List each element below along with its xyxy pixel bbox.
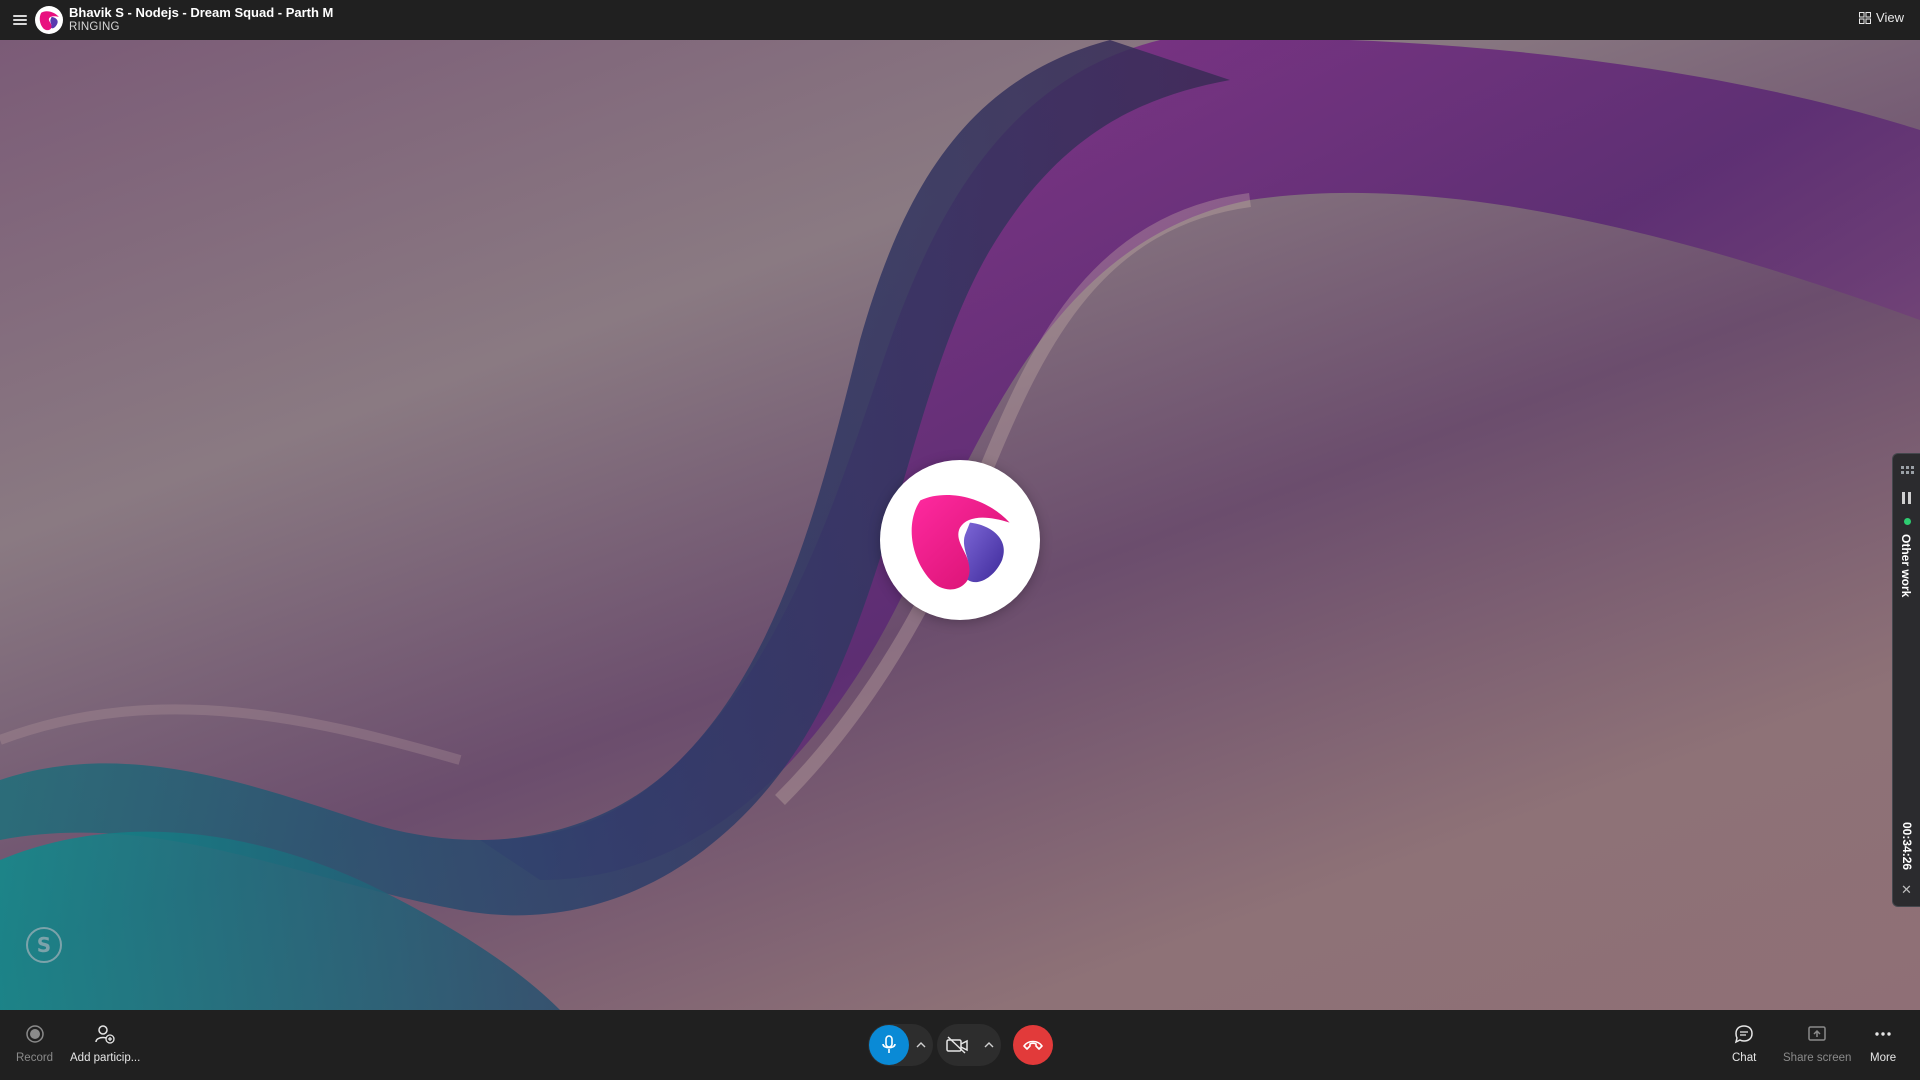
chat-button[interactable]: Chat (1732, 1024, 1756, 1064)
camera-button[interactable] (937, 1025, 977, 1065)
add-participants-label: Add particip... (70, 1052, 141, 1064)
record-label: Record (16, 1052, 54, 1064)
logo-icon (39, 11, 59, 31)
hang-up-icon (1023, 1040, 1043, 1050)
chat-bubble-icon (1735, 1025, 1753, 1044)
record-button[interactable]: Record (16, 1024, 53, 1064)
time-tracker-widget: Other work 00:34:26 ✕ (1892, 453, 1920, 907)
chevron-up-icon (916, 1042, 926, 1048)
camera-control-group (937, 1024, 1001, 1066)
add-person-icon (95, 1025, 115, 1044)
more-button[interactable]: More (1870, 1024, 1896, 1064)
tracker-timer: 00:34:26 (1900, 822, 1914, 871)
skype-watermark-icon: S (24, 925, 64, 970)
share-screen-button[interactable]: Share screen (1783, 1024, 1851, 1064)
view-label: View (1876, 10, 1904, 25)
record-icon (25, 1025, 44, 1043)
call-stage: S (0, 40, 1920, 1010)
call-avatar (35, 6, 63, 34)
call-toolbar: Record Add particip... Chat Share screen… (0, 1010, 1920, 1080)
grid-icon (1859, 11, 1872, 24)
drag-handle-icon[interactable] (1901, 466, 1915, 476)
chevron-up-icon (984, 1042, 994, 1048)
more-label: More (1870, 1052, 1897, 1064)
svg-text:S: S (37, 933, 51, 957)
call-status: RINGING (69, 21, 120, 33)
close-icon[interactable]: ✕ (1901, 882, 1912, 898)
logo-icon (911, 494, 1010, 590)
share-screen-icon (1808, 1026, 1826, 1041)
pause-icon[interactable] (1902, 492, 1912, 504)
mic-control-group (868, 1024, 933, 1066)
mic-options-button[interactable] (909, 1025, 933, 1065)
media-controls (868, 1024, 1053, 1066)
microphone-icon (882, 1035, 896, 1053)
view-button[interactable]: View (1859, 10, 1904, 25)
title-bar: Bhavik S - Nodejs - Dream Squad - Parth … (0, 0, 1920, 40)
mic-button[interactable] (869, 1025, 909, 1065)
share-screen-label: Share screen (1783, 1052, 1852, 1064)
chat-label: Chat (1732, 1052, 1757, 1064)
hamburger-icon[interactable] (13, 14, 29, 26)
camera-off-icon (946, 1036, 968, 1054)
ellipsis-icon (1875, 1032, 1891, 1036)
call-title: Bhavik S - Nodejs - Dream Squad - Parth … (69, 5, 334, 20)
end-call-button[interactable] (1013, 1025, 1053, 1065)
tracker-task-label: Other work (1899, 534, 1913, 598)
participant-avatar (880, 460, 1040, 620)
status-dot (1904, 518, 1911, 525)
camera-options-button[interactable] (977, 1025, 1001, 1065)
add-participants-button[interactable]: Add particip... (70, 1024, 140, 1064)
